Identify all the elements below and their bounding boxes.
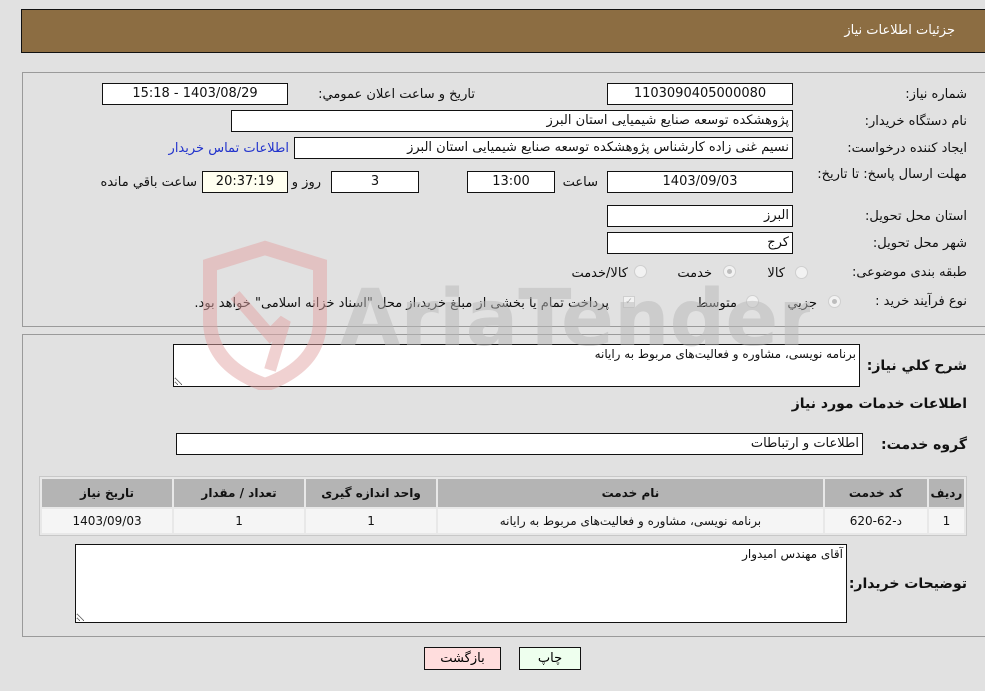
category-radio-service[interactable] [723,265,736,278]
deadline-label: مهلت ارسال پاسخ: تا تاریخ: [817,167,967,182]
purchase-option-medium: متوسط [696,296,737,311]
delivery-province-label: استان محل تحویل: [865,209,967,224]
treasury-note: پرداخت تمام یا بخشی از مبلغ خرید،از محل … [194,296,609,311]
buyer-notes-label: توضیحات خریدار: [848,576,967,592]
services-table: ردیف کد خدمت نام خدمت واحد اندازه گیری ت… [39,476,967,536]
description-label: شرح كلي نياز: [866,358,967,374]
announce-datetime-label: تاريخ و ساعت اعلان عمومي: [318,87,475,102]
deadline-time-label: ساعت [562,175,598,190]
service-group-label: گروه خدمت: [881,437,967,453]
announce-datetime-field[interactable]: 1403/08/29 - 15:18 [102,83,288,105]
cell-quantity: 1 [174,509,305,533]
purchase-type-label: نوع فرآیند خرید : [875,294,967,309]
buyer-org-label: نام دستگاه خریدار: [864,114,967,129]
purchase-radio-minor[interactable] [828,295,841,308]
service-group-field[interactable]: اطلاعات و ارتباطات [176,433,863,455]
services-heading: اطلاعات خدمات مورد نیاز [791,396,967,412]
purchase-option-minor: جزيي [787,296,817,311]
cell-unit: 1 [306,509,437,533]
buyer-contact-link[interactable]: اطلاعات تماس خریدار [169,141,289,156]
col-quantity: تعداد / مقدار [174,479,305,507]
col-row-number: ردیف [928,479,964,507]
buyer-org-field[interactable]: پژوهشکده توسعه صنایع شیمیایی استان البرز [231,110,793,132]
page-title: جزئیات اطلاعات نیاز [844,23,955,38]
delivery-province-field[interactable]: البرز [607,205,793,227]
days-label: روز و [291,175,321,190]
buyer-notes-textarea[interactable]: آقای مهندس امیدوار [75,544,847,623]
table-row: 1 د-62-620 برنامه نویسی، مشاوره و فعالیت… [42,509,964,533]
category-label: طبقه بندی موضوعی: [851,265,967,280]
remaining-time-label: ساعت باقي مانده [100,175,197,190]
col-need-date: تاریخ نیاز [42,479,173,507]
print-button[interactable]: چاپ [519,647,581,670]
requester-field[interactable]: نسیم غنی زاده کارشناس پژوهشکده توسعه صنا… [294,137,793,159]
category-radio-goods[interactable] [795,266,808,279]
col-service-code: کد خدمت [824,479,927,507]
remaining-time-field: 20:37:19 [202,171,288,193]
requester-label: ایجاد کننده درخواست: [847,141,967,156]
deadline-time-field[interactable]: 13:00 [467,171,555,193]
deadline-date-field[interactable]: 1403/09/03 [607,171,793,193]
description-textarea[interactable]: برنامه نویسی، مشاوره و فعالیت‌های مربوط … [173,344,860,387]
col-unit: واحد اندازه گیری [306,479,437,507]
delivery-city-field[interactable]: کرج [607,232,793,254]
category-option-service: خدمت [677,266,712,281]
cell-row-number: 1 [928,509,964,533]
table-header-row: ردیف کد خدمت نام خدمت واحد اندازه گیری ت… [42,479,964,507]
page-header: جزئیات اطلاعات نیاز [21,9,985,53]
treasury-checkbox[interactable]: ✓ [623,296,635,308]
delivery-city-label: شهر محل تحویل: [872,236,967,251]
need-number-field[interactable]: 1103090405000080 [607,83,793,105]
category-option-goods-service: کالا/خدمت [571,266,628,281]
remaining-days-field[interactable]: 3 [331,171,419,193]
need-number-label: شماره نیاز: [905,87,967,102]
category-radio-goods-service[interactable] [634,265,647,278]
back-button[interactable]: بازگشت [424,647,501,670]
purchase-radio-medium[interactable] [746,295,759,308]
col-service-name: نام خدمت [438,479,823,507]
cell-service-name: برنامه نویسی، مشاوره و فعالیت‌های مربوط … [438,509,823,533]
category-option-goods: کالا [767,266,785,281]
cell-service-code: د-62-620 [824,509,927,533]
cell-need-date: 1403/09/03 [42,509,173,533]
